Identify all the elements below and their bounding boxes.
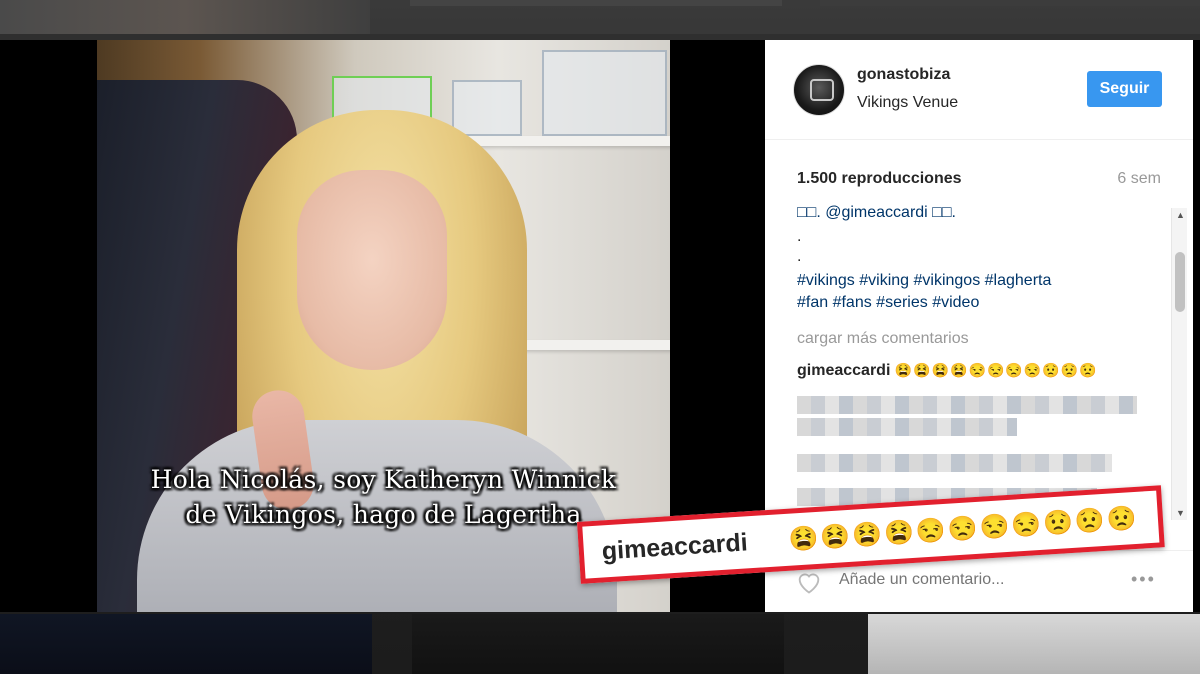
person-face (297, 170, 447, 370)
comments-scrollbar[interactable]: ▲ ▼ (1171, 208, 1187, 520)
blurred-comment (797, 396, 1137, 414)
storage-box (542, 50, 667, 136)
scroll-down-icon[interactable]: ▼ (1176, 508, 1185, 518)
username-link[interactable]: gonastobiza (857, 66, 950, 84)
background-thumbnail (868, 614, 1200, 674)
background-thumbnail (410, 0, 782, 6)
comment-text: 😫😫😫😫😒😒😒😒😟😟😟 (894, 362, 1098, 378)
background-thumbnail (0, 0, 370, 34)
background-thumbnail (412, 614, 784, 674)
avatar[interactable] (793, 64, 845, 116)
heart-icon[interactable] (795, 569, 823, 595)
add-comment-input[interactable] (839, 571, 1119, 589)
video-subtitle: Hola Nicolás, soy Katheryn Winnick (150, 465, 617, 494)
caption-dot: . (797, 228, 802, 245)
blurred-comment (797, 418, 1017, 436)
comment-username[interactable]: gimeaccardi (797, 362, 890, 379)
load-more-comments[interactable]: cargar más comentarios (797, 330, 969, 348)
background-thumbnail (0, 614, 372, 674)
hashtags[interactable]: #vikings #viking #vikingos #lagherta (797, 272, 1051, 290)
post-header: gonastobiza Vikings Venue Seguir (765, 40, 1193, 140)
location-link[interactable]: Vikings Venue (857, 94, 958, 112)
background-thumbnail (820, 0, 1200, 6)
scroll-up-icon[interactable]: ▲ (1176, 210, 1185, 220)
screen: Hola Nicolás, soy Katheryn Winnick de Vi… (0, 0, 1200, 674)
follow-button[interactable]: Seguir (1087, 71, 1162, 107)
scroll-thumb[interactable] (1175, 252, 1185, 312)
callout-emojis: 😫😫😫😫😒😒😒😒😟😟😟 (787, 504, 1140, 554)
mention-link[interactable]: □□. @gimeaccardi □□. (797, 204, 956, 221)
post-age[interactable]: 6 sem (1117, 170, 1161, 188)
more-options-icon[interactable]: ••• (1131, 569, 1156, 590)
hashtags[interactable]: #fan #fans #series #video (797, 294, 979, 312)
callout-username: gimeaccardi (601, 528, 749, 566)
blurred-comment (797, 454, 1112, 472)
caption-dot: . (797, 248, 802, 265)
shelf (507, 340, 670, 350)
view-count: 1.500 reproducciones (797, 170, 962, 187)
storage-box (452, 80, 522, 136)
comment: gimeaccardi 😫😫😫😫😒😒😒😒😟😟😟 (797, 362, 1098, 380)
caption-mention: □□. @gimeaccardi □□. (797, 204, 956, 222)
